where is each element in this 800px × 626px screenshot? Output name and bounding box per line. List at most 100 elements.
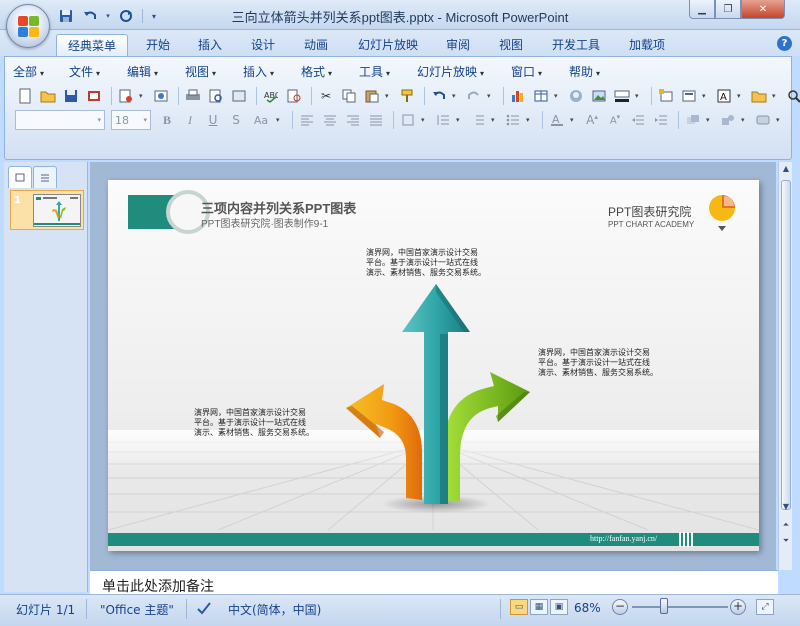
tab-developer[interactable]: 开发工具 [544, 34, 608, 56]
align-right-icon[interactable] [343, 110, 363, 130]
chevron-down-icon[interactable]: ▾ [702, 92, 710, 100]
menu-view[interactable]: 视图 ▾ [185, 63, 243, 81]
bullets-icon[interactable] [503, 110, 523, 130]
language-status[interactable]: 中文(简体，中国) [228, 601, 321, 618]
chevron-down-icon[interactable]: ▾ [772, 92, 780, 100]
help-icon[interactable]: ? [777, 36, 792, 51]
office-button[interactable] [6, 4, 50, 48]
notes-pane[interactable]: 单击此处添加备注 [90, 570, 778, 595]
scroll-thumb[interactable] [781, 180, 791, 510]
menu-format[interactable]: 格式 ▾ [301, 63, 359, 81]
publish-icon[interactable] [116, 86, 136, 106]
tab-review[interactable]: 审阅 [436, 34, 480, 56]
attachment-icon[interactable] [151, 86, 171, 106]
tab-outline[interactable] [33, 166, 57, 188]
clipart-icon[interactable] [566, 86, 586, 106]
chevron-down-icon[interactable]: ▾ [554, 92, 562, 100]
brand-subtitle[interactable]: PPT CHART ACADEMY [608, 220, 694, 229]
menu-window[interactable]: 窗口 ▾ [511, 63, 569, 81]
layout-icon[interactable] [229, 86, 249, 106]
shrink-font-icon[interactable]: A▾ [605, 110, 625, 130]
fill-color-icon[interactable] [612, 86, 632, 106]
menu-insert[interactable]: 插入 ▾ [243, 63, 301, 81]
textbox-icon[interactable]: A [714, 86, 734, 106]
chevron-down-icon[interactable]: ▾ [526, 116, 534, 124]
folder-icon[interactable] [749, 86, 769, 106]
redo-icon[interactable] [464, 86, 484, 106]
align-center-icon[interactable] [320, 110, 340, 130]
chevron-down-icon[interactable]: ▾ [487, 92, 495, 100]
underline-button[interactable]: U [203, 110, 223, 130]
print-icon[interactable] [183, 86, 203, 106]
new-icon[interactable] [15, 86, 35, 106]
slide-thumbnail-1[interactable]: 1 [10, 190, 84, 230]
tab-addins[interactable]: 加载项 [620, 34, 674, 56]
shapes-icon[interactable] [718, 110, 738, 130]
cut-icon[interactable]: ✂ [316, 86, 336, 106]
zoom-out-icon[interactable]: − [612, 599, 628, 615]
maximize-icon[interactable]: ❐ [715, 0, 741, 19]
zoom-level[interactable]: 68% [574, 601, 601, 615]
chevron-down-icon[interactable]: ▾ [456, 116, 464, 124]
chevron-down-icon[interactable]: ▾ [737, 92, 745, 100]
shadow-button[interactable]: S [226, 110, 246, 130]
tab-slides[interactable] [8, 166, 32, 188]
permission-icon[interactable] [84, 86, 104, 106]
tab-insert[interactable]: 插入 [188, 34, 232, 56]
spelling-status-icon[interactable] [196, 601, 212, 618]
line-spacing-icon[interactable] [433, 110, 453, 130]
format-painter-icon[interactable] [397, 86, 417, 106]
menu-tools[interactable]: 工具 ▾ [359, 63, 417, 81]
numbering-icon[interactable] [468, 110, 488, 130]
previous-slide-icon[interactable]: ⏶ [779, 520, 793, 534]
zoom-in-icon[interactable]: + [730, 599, 746, 615]
align-left-icon[interactable] [297, 110, 317, 130]
close-icon[interactable]: ✕ [741, 0, 785, 19]
text-block-top[interactable]: 演界网，中国首家演示设计交易 平台。基于演示设计一站式在线 演示、素材销售、服务… [366, 248, 486, 278]
chevron-down-icon[interactable]: ▾ [452, 92, 460, 100]
menu-edit[interactable]: 编辑 ▾ [127, 63, 185, 81]
text-block-right[interactable]: 演界网，中国首家演示设计交易 平台。基于演示设计一站式在线 演示、素材销售、服务… [538, 348, 658, 378]
brand-name[interactable]: PPT图表研究院 [608, 203, 691, 220]
menu-slideshow[interactable]: 幻灯片放映 ▾ [417, 63, 511, 81]
chevron-down-icon[interactable]: ▾ [635, 92, 643, 100]
tab-design[interactable]: 设计 [241, 34, 285, 56]
chevron-down-icon[interactable]: ▾ [385, 92, 393, 100]
new-slide-icon[interactable] [656, 86, 676, 106]
copy-icon[interactable] [339, 86, 359, 106]
scroll-down-icon[interactable]: ▼ [779, 502, 793, 516]
chevron-down-icon[interactable]: ▾ [706, 116, 714, 124]
quick-styles-icon[interactable] [753, 110, 773, 130]
undo-icon[interactable] [429, 86, 449, 106]
vertical-scrollbar[interactable]: ▲ ▼ ⏶ ⏷ [778, 162, 792, 570]
chevron-down-icon[interactable]: ▾ [421, 116, 429, 124]
tab-view[interactable]: 视图 [489, 34, 533, 56]
normal-view-icon[interactable]: ▭ [510, 599, 528, 615]
slide[interactable]: 三项内容并列关系PPT图表 PPT图表研究院·图表制作9-1 PPT图表研究院 … [108, 180, 759, 551]
scroll-up-icon[interactable]: ▲ [779, 164, 793, 178]
chevron-down-icon[interactable]: ▾ [139, 92, 147, 100]
chart-icon[interactable] [508, 86, 528, 106]
chevron-down-icon[interactable]: ▾ [741, 116, 749, 124]
footer-url[interactable]: http://fanfan.yanj.cn/ [590, 534, 657, 543]
tab-slideshow[interactable]: 幻灯片放映 [350, 34, 426, 56]
zoom-slider-track[interactable] [632, 606, 728, 608]
table-icon[interactable] [531, 86, 551, 106]
font-color-icon[interactable]: A [547, 110, 567, 130]
three-way-arrows-graphic[interactable] [336, 278, 536, 518]
chevron-down-icon[interactable]: ▾ [491, 116, 499, 124]
spelling-icon[interactable]: ABC [261, 86, 281, 106]
minimize-icon[interactable]: ▁ [689, 0, 715, 19]
picture-icon[interactable] [589, 86, 609, 106]
font-size-combo[interactable]: 18 ▾ [111, 110, 151, 130]
save-icon[interactable] [61, 86, 81, 106]
text-direction-icon[interactable] [398, 110, 418, 130]
bold-button[interactable]: B [157, 110, 177, 130]
research-icon[interactable] [284, 86, 304, 106]
grow-font-icon[interactable]: A▴ [582, 110, 602, 130]
slide-subtitle[interactable]: PPT图表研究院·图表制作9-1 [201, 215, 328, 230]
chevron-down-icon[interactable]: ▾ [276, 116, 284, 124]
chevron-down-icon[interactable]: ▾ [776, 116, 784, 124]
increase-indent-icon[interactable] [651, 110, 671, 130]
next-slide-icon[interactable]: ⏷ [779, 536, 793, 550]
